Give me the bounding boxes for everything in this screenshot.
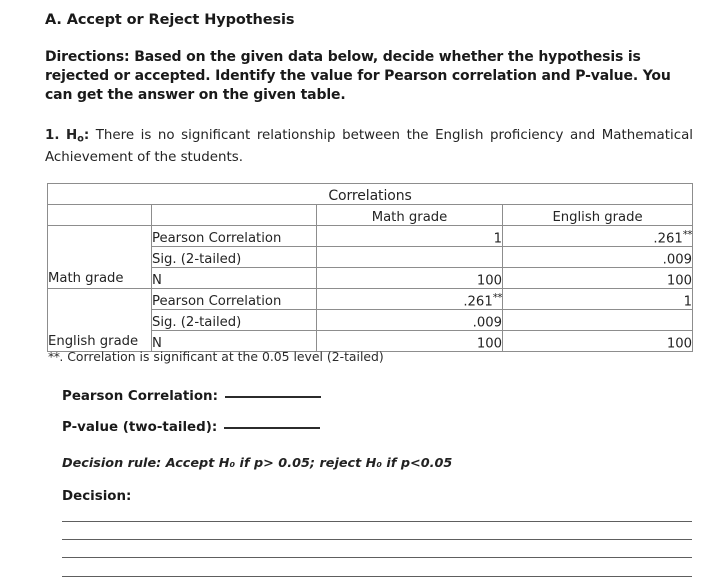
cell-value: .009 [662, 252, 693, 267]
significance-stars: ** [682, 228, 693, 241]
column-header-blank-1 [47, 204, 152, 226]
footnote-stars: ** [48, 349, 60, 364]
cell-math-grade [316, 246, 503, 268]
pvalue-blank[interactable] [224, 427, 321, 429]
row-group-label-math-grade: Math grade [47, 225, 152, 289]
table-title-row: Correlations [46, 183, 694, 205]
page-title: A. Accept or Reject Hypothesis [45, 12, 295, 28]
decision-answer-line[interactable] [62, 557, 692, 558]
cell-english-grade: .261** [501, 225, 694, 247]
h-symbol-subscript: o [77, 133, 84, 145]
h-symbol-letter: H [65, 128, 78, 143]
column-header-blank-2 [151, 204, 317, 226]
row-stub-label: Pearson Correlation [151, 225, 317, 247]
pearson-correlation-answer: Pearson Correlation: [62, 389, 321, 404]
decision-answer-line[interactable] [62, 521, 692, 522]
cell-value: 100 [476, 273, 502, 288]
column-header-english-grade: English grade [501, 204, 694, 226]
cell-value: 100 [476, 336, 502, 351]
row-stub-label: Sig. (2-tailed) [151, 309, 317, 331]
null-hypothesis-symbol: Ho: [65, 128, 90, 145]
cell-value: 1 [493, 231, 502, 246]
footnote-text: . Correlation is significant at the 0.05… [59, 349, 384, 364]
correlations-table: Correlations Math grade English grade Ma… [46, 183, 694, 352]
h-symbol-colon: : [83, 128, 90, 143]
decision-rule-text: Decision rule: Accept H₀ if p> 0.05; rej… [62, 456, 453, 471]
cell-math-grade: .009 [316, 309, 503, 331]
cell-value: .261 [653, 231, 683, 246]
cell-value: 100 [666, 273, 693, 288]
row-group-label-english-grade: English grade [47, 288, 152, 352]
decision-label: Decision: [62, 489, 132, 504]
directions-paragraph: Directions: Based on the given data belo… [45, 49, 671, 103]
table-row: Math grade Pearson Correlation 1 .261** [47, 225, 694, 289]
decision-answer-line[interactable] [62, 576, 692, 577]
significance-stars: ** [492, 291, 503, 304]
row-stub-label: Sig. (2-tailed) [151, 246, 317, 268]
cell-english-grade: 100 [501, 267, 694, 289]
pvalue-answer: P-value (two-tailed): [62, 420, 321, 435]
table-header-row: Math grade English grade [47, 204, 694, 226]
column-header-math-grade: Math grade [316, 204, 503, 226]
hypothesis-statement: 1. Ho: There is no significant relations… [45, 126, 693, 167]
pvalue-label: P-value (two-tailed): [62, 420, 218, 435]
cell-math-grade: 100 [316, 267, 503, 289]
cell-value: .009 [472, 315, 502, 330]
cell-english-grade: 1 [501, 288, 694, 310]
cell-math-grade: 1 [316, 225, 503, 247]
cell-value: 1 [683, 294, 693, 309]
table-footnote: **. Correlation is significant at the 0.… [48, 349, 384, 364]
decision-answer-line[interactable] [62, 539, 692, 540]
row-stub-label: Pearson Correlation [151, 288, 317, 310]
cell-value: 100 [666, 336, 693, 351]
cell-math-grade: .261** [316, 288, 503, 310]
hypothesis-text: There is no significant relationship bet… [45, 128, 693, 166]
cell-english-grade: 100 [501, 330, 694, 352]
hypothesis-number: 1. [45, 128, 60, 143]
row-stub-label: N [151, 267, 317, 289]
pearson-correlation-label: Pearson Correlation: [62, 389, 218, 404]
table-title: Correlations [46, 183, 694, 205]
worksheet-page: A. Accept or Reject Hypothesis Direction… [0, 0, 719, 582]
cell-english-grade: .009 [501, 246, 694, 268]
pearson-correlation-blank[interactable] [224, 396, 321, 398]
cell-value: .261 [463, 294, 493, 309]
table-row: English grade Pearson Correlation .261**… [47, 288, 694, 352]
cell-english-grade [501, 309, 694, 331]
